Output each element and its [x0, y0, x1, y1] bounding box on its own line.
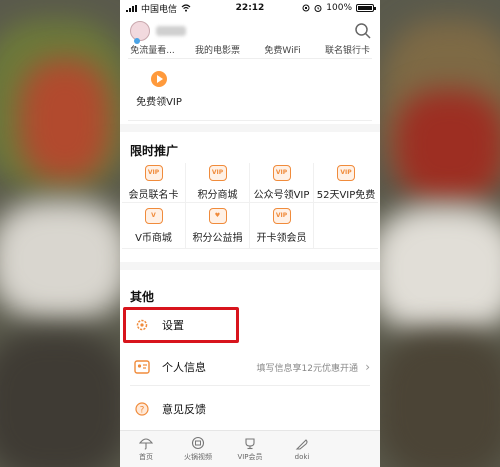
wechat-vip-icon: VIP — [272, 164, 291, 181]
promo-label: 积分商城 — [197, 189, 238, 201]
rotation-lock-icon — [302, 4, 310, 12]
profile-icon — [134, 359, 150, 375]
menu-divider — [130, 385, 370, 386]
promo-vcoin-mall[interactable]: V V币商城 — [122, 203, 186, 248]
card-icon: VIP — [144, 164, 163, 181]
vip-cup-icon — [245, 438, 255, 450]
menu-label: 个人信息 — [162, 361, 206, 374]
profile-hint: 填写信息享12元优惠开通 — [256, 363, 358, 374]
signal-icon — [126, 4, 137, 12]
avatar[interactable] — [130, 21, 150, 41]
promo-label: 开卡领会员 — [256, 232, 307, 244]
status-right: 100% — [284, 3, 376, 13]
tab-label: VIP会员 — [237, 453, 263, 461]
username-blurred — [156, 26, 186, 36]
promo-label: 会员联名卡 — [128, 189, 179, 201]
promotions-row: V V币商城 ♥ 积分公益捐 VIP 开卡领会员 — [122, 203, 378, 249]
free-vip-item[interactable]: 免费领VIP — [128, 60, 190, 118]
battery-percent: 100% — [326, 3, 352, 13]
promotions-row: VIP 会员联名卡 VIP 积分商城 VIP 公众号领VIP VIP 52天VI… — [122, 163, 378, 203]
search-icon[interactable] — [354, 22, 372, 40]
service-item[interactable]: 免流量看... — [120, 40, 185, 56]
section-divider — [120, 262, 380, 270]
menu-label: 设置 — [162, 319, 184, 332]
row-divider — [128, 58, 372, 59]
tab-label: doki — [294, 453, 310, 461]
background-blob — [20, 60, 110, 180]
tab-label: 首页 — [139, 453, 153, 461]
alarm-icon — [314, 5, 322, 12]
status-bar: 中国电信 22:12 100% — [120, 0, 380, 16]
tab-hotpot-video[interactable]: 火锅视频 — [172, 431, 224, 467]
section-divider — [120, 124, 380, 132]
play-icon — [151, 70, 167, 87]
tab-home[interactable]: 首页 — [120, 431, 172, 467]
mall-icon: VIP — [208, 164, 227, 181]
service-row-partial: 免流量看... 我的电影票 免费WiFi 联名银行卡 — [120, 40, 380, 56]
battery-icon — [356, 4, 376, 12]
promo-open-card[interactable]: VIP 开卡领会员 — [250, 203, 314, 248]
background-blob — [370, 205, 500, 335]
promo-wechat-vip[interactable]: VIP 公众号领VIP — [250, 163, 314, 202]
gift-vip-icon: VIP — [337, 164, 355, 181]
menu-settings[interactable]: 设置 — [120, 306, 380, 344]
wifi-icon — [181, 4, 191, 12]
phone-screen: 中国电信 22:12 100% 免流量看... 我的电影票 免费WiFi 联名银… — [120, 0, 380, 467]
tab-label: 火锅视频 — [184, 453, 212, 461]
service-item[interactable]: 免费WiFi — [250, 40, 315, 56]
tab-doki[interactable]: doki — [276, 431, 328, 467]
free-vip-label: 免费领VIP — [136, 96, 182, 108]
clock: 22:12 — [235, 3, 265, 13]
coin-icon: V — [144, 207, 163, 224]
chevron-right-icon: › — [365, 360, 370, 374]
promo-points-mall[interactable]: VIP 积分商城 — [186, 163, 250, 202]
menu-profile[interactable]: 个人信息 填写信息享12元优惠开通 › — [120, 348, 380, 386]
umbrella-icon — [139, 438, 153, 450]
service-item[interactable]: 联名银行卡 — [315, 40, 380, 56]
background-blob — [375, 330, 500, 467]
background-blob — [0, 200, 130, 320]
menu-feedback[interactable]: ? 意见反馈 — [120, 390, 380, 428]
menu-label: 意见反馈 — [162, 403, 206, 416]
promotions-grid: VIP 会员联名卡 VIP 积分商城 VIP 公众号领VIP VIP 52天VI… — [122, 163, 378, 249]
open-card-icon: VIP — [272, 207, 291, 224]
promo-label: V币商城 — [135, 232, 172, 244]
promo-label: 积分公益捐 — [192, 232, 243, 244]
gear-icon — [134, 317, 150, 333]
promo-label: 公众号领VIP — [253, 189, 310, 201]
carrier-label: 中国电信 — [141, 4, 178, 15]
row-divider — [128, 120, 372, 121]
service-item[interactable]: 我的电影票 — [185, 40, 250, 56]
promo-label: 52天VIP免费 — [316, 189, 376, 201]
hotpot-icon — [191, 436, 205, 450]
charity-icon: ♥ — [208, 207, 227, 224]
feather-icon — [295, 439, 308, 450]
bottom-tab-bar: 首页 火锅视频 VIP会员 doki — [120, 430, 380, 467]
svg-text:?: ? — [140, 406, 145, 416]
question-icon: ? — [134, 401, 150, 417]
background-blob — [0, 330, 130, 467]
promo-points-charity[interactable]: ♥ 积分公益捐 — [186, 203, 250, 248]
promo-member-card[interactable]: VIP 会员联名卡 — [122, 163, 186, 202]
background-blob — [395, 90, 500, 200]
tab-vip[interactable]: VIP会员 — [224, 431, 276, 467]
status-left: 中国电信 — [126, 2, 216, 15]
promo-52day-vip[interactable]: VIP 52天VIP免费 — [314, 163, 378, 202]
section-title-promotions: 限时推广 — [130, 144, 179, 158]
tab-spacer — [328, 431, 380, 467]
section-title-others: 其他 — [130, 290, 155, 304]
